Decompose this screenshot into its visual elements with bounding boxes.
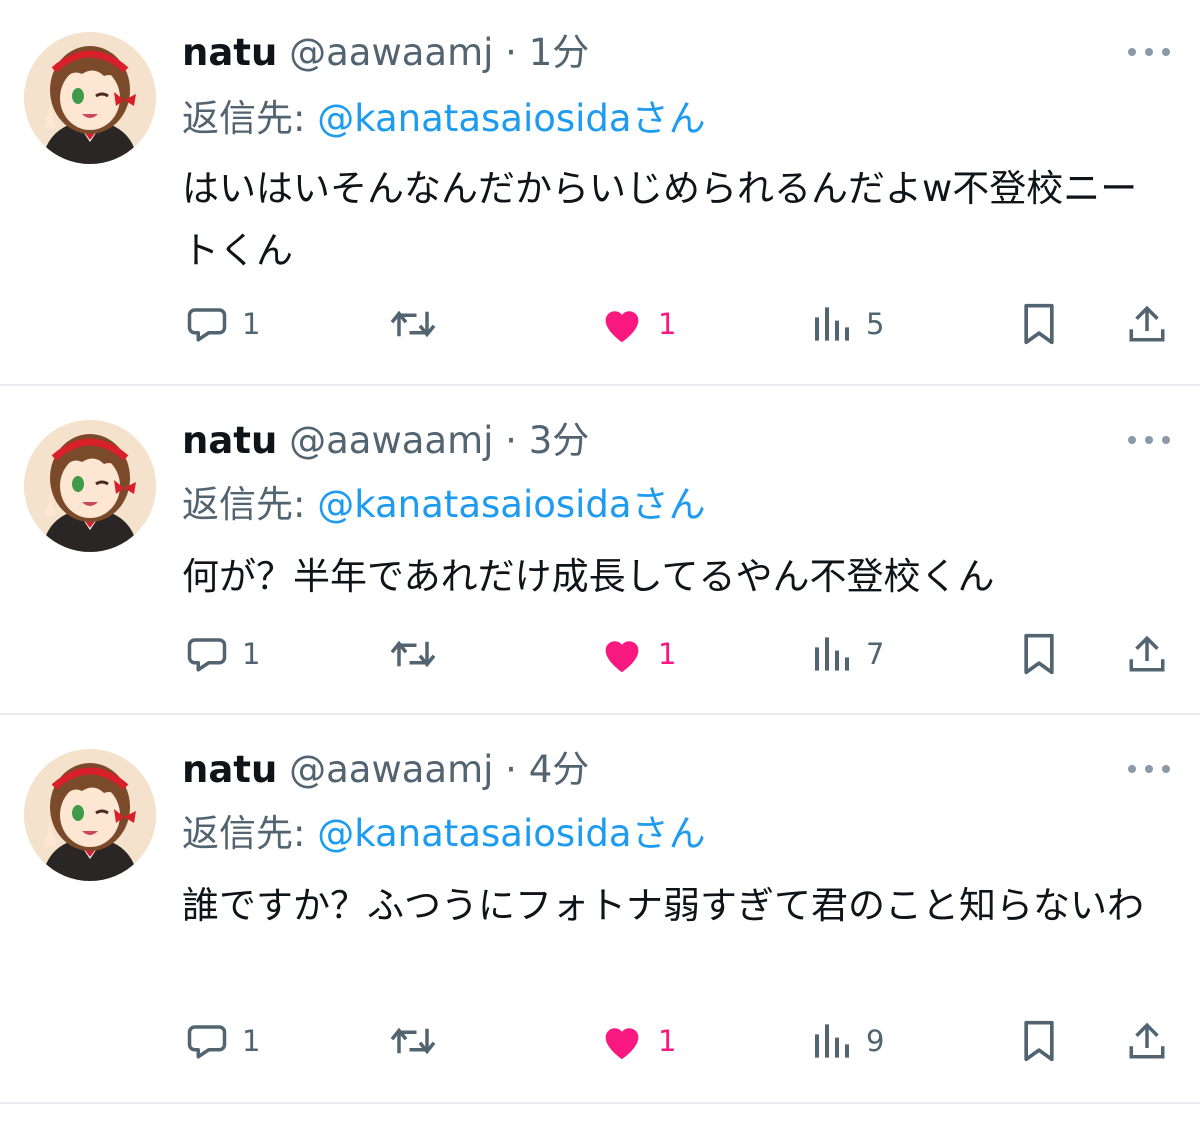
retweet-arrows-icon	[390, 640, 436, 668]
reply-count: 1	[242, 637, 261, 671]
tweet[interactable]: natu @aawaamj · 1分 返信先: @kanatasaiosidaさ…	[0, 0, 1200, 386]
reply-button[interactable]: 1	[186, 1011, 260, 1071]
user-handle[interactable]: @aawaamj	[289, 419, 493, 462]
bookmark-button[interactable]	[1020, 1011, 1058, 1071]
share-upload-icon	[1129, 1022, 1165, 1059]
tweet-header: natu @aawaamj · 1分	[182, 30, 589, 76]
bookmark-icon	[1024, 1020, 1054, 1062]
view-count: 5	[866, 307, 885, 341]
share-button[interactable]	[1126, 1011, 1168, 1071]
tweet-text: 何が？半年であれだけ成長してるやん不登校くん	[182, 555, 995, 598]
reply-button[interactable]: 1	[186, 294, 260, 354]
like-count: 1	[658, 307, 677, 341]
bookmark-button[interactable]	[1020, 624, 1058, 684]
views-button[interactable]: 9	[812, 1011, 884, 1071]
ellipsis-icon	[1128, 436, 1136, 444]
tweet[interactable]: natu @aawaamj · 3分 返信先: @kanatasaiosidaさ…	[0, 386, 1200, 714]
share-button[interactable]	[1126, 294, 1168, 354]
action-bar: 1 1 7	[0, 624, 1200, 684]
views-button[interactable]: 5	[812, 294, 884, 354]
reply-honorific: さん	[631, 483, 706, 526]
avatar-illustration	[24, 749, 156, 881]
view-count: 9	[866, 1024, 885, 1058]
speech-bubble-icon	[187, 308, 227, 342]
retweet-button[interactable]	[388, 294, 438, 354]
reply-mention-link[interactable]: @kanatasaiosida	[317, 97, 631, 140]
display-name[interactable]: natu	[182, 748, 277, 791]
like-count: 1	[658, 637, 677, 671]
reply-context: 返信先: @kanatasaiosidaさん	[182, 811, 706, 857]
reply-to-label: 返信先:	[182, 812, 318, 855]
retweet-button[interactable]	[388, 1011, 438, 1071]
reply-context: 返信先: @kanatasaiosidaさん	[182, 96, 706, 142]
reply-to-label: 返信先:	[182, 97, 318, 140]
share-button[interactable]	[1126, 624, 1168, 684]
bookmark-icon	[1024, 633, 1054, 675]
more-options-button[interactable]	[1128, 46, 1170, 58]
timestamp[interactable]: 1分	[529, 31, 590, 74]
reply-button[interactable]: 1	[186, 624, 260, 684]
bookmark-button[interactable]	[1020, 294, 1058, 354]
share-upload-icon	[1129, 305, 1165, 342]
tweet-text: はいはいそんなんだからいじめられるんだよw不登校ニートくん	[182, 167, 1138, 272]
bar-chart-icon	[815, 1024, 849, 1058]
timestamp[interactable]: 4分	[529, 748, 590, 791]
share-upload-icon	[1129, 635, 1165, 672]
tweet-text: 誰ですか？ふつうにフォトナ弱すぎて君のこと知らないわ	[182, 884, 1144, 927]
reply-to-label: 返信先:	[182, 483, 318, 526]
action-bar: 1 1 5	[0, 294, 1200, 354]
avatar[interactable]	[24, 420, 156, 552]
speech-bubble-icon	[187, 638, 227, 672]
reply-honorific: さん	[631, 97, 706, 140]
speech-bubble-icon	[187, 1025, 227, 1059]
like-button[interactable]: 1	[600, 1011, 676, 1071]
retweet-button[interactable]	[388, 624, 438, 684]
separator-dot: ·	[505, 31, 517, 74]
avatar[interactable]	[24, 32, 156, 164]
views-button[interactable]: 7	[812, 624, 884, 684]
separator-dot: ·	[505, 419, 517, 462]
avatar-illustration	[24, 420, 156, 552]
user-handle[interactable]: @aawaamj	[289, 31, 493, 74]
display-name[interactable]: natu	[182, 419, 277, 462]
bookmark-icon	[1024, 303, 1054, 345]
user-handle[interactable]: @aawaamj	[289, 748, 493, 791]
bar-chart-icon	[815, 307, 849, 341]
like-button[interactable]: 1	[600, 294, 676, 354]
tweet-divider	[0, 1102, 1200, 1104]
tweet-header: natu @aawaamj · 3分	[182, 418, 589, 464]
bar-chart-icon	[815, 637, 849, 671]
retweet-arrows-icon	[390, 310, 436, 338]
heart-icon	[605, 311, 639, 343]
view-count: 7	[866, 637, 885, 671]
action-bar: 1 1 9	[0, 1011, 1200, 1071]
heart-icon	[605, 641, 639, 673]
timestamp[interactable]: 3分	[529, 419, 590, 462]
avatar[interactable]	[24, 749, 156, 881]
ellipsis-icon	[1128, 765, 1136, 773]
reply-context: 返信先: @kanatasaiosidaさん	[182, 482, 706, 528]
reply-count: 1	[242, 1024, 261, 1058]
more-options-button[interactable]	[1128, 434, 1170, 446]
reply-mention-link[interactable]: @kanatasaiosida	[317, 812, 631, 855]
retweet-arrows-icon	[390, 1027, 436, 1055]
avatar-illustration	[24, 32, 156, 164]
display-name[interactable]: natu	[182, 31, 277, 74]
tweet[interactable]: natu @aawaamj · 4分 返信先: @kanatasaiosidaさ…	[0, 715, 1200, 1103]
heart-icon	[605, 1028, 639, 1060]
ellipsis-icon	[1128, 48, 1136, 56]
reply-count: 1	[242, 307, 261, 341]
like-button[interactable]: 1	[600, 624, 676, 684]
reply-honorific: さん	[631, 812, 706, 855]
more-options-button[interactable]	[1128, 763, 1170, 775]
reply-mention-link[interactable]: @kanatasaiosida	[317, 483, 631, 526]
tweet-header: natu @aawaamj · 4分	[182, 747, 589, 793]
separator-dot: ·	[505, 748, 517, 791]
like-count: 1	[658, 1024, 677, 1058]
